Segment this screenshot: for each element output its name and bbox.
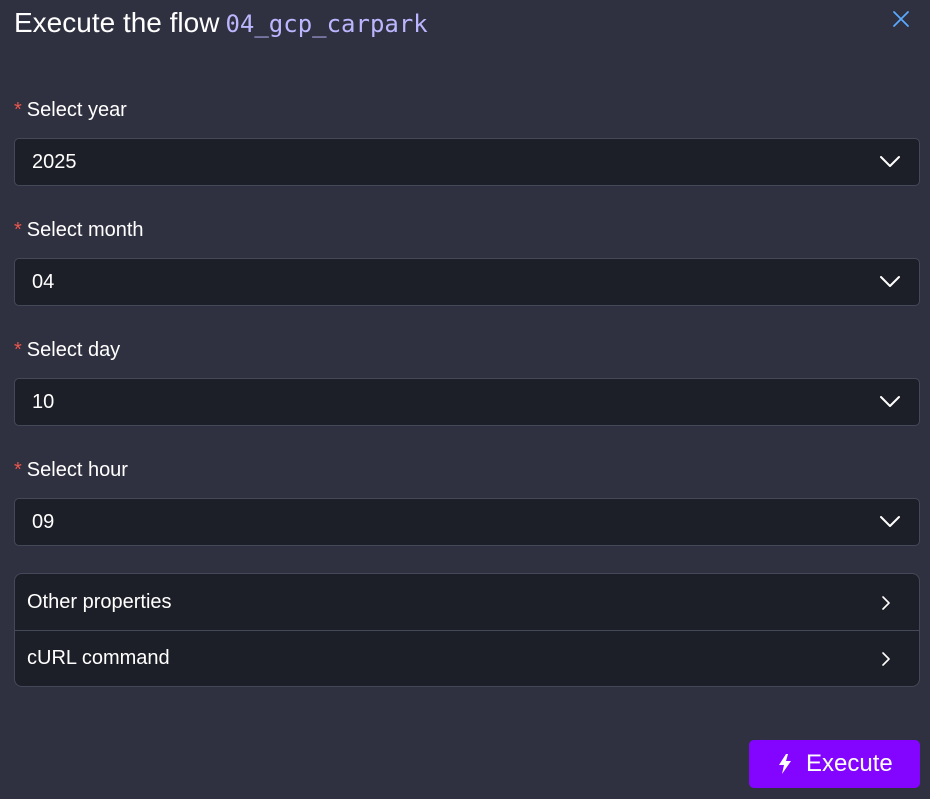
field-label: * Select hour xyxy=(14,458,920,482)
execute-button[interactable]: Execute xyxy=(749,740,920,788)
field-label-text: Select year xyxy=(26,99,127,121)
required-mark: * xyxy=(14,339,22,361)
chevron-down-icon xyxy=(880,156,900,167)
dialog-title: Execute the flow 04_gcp_carpark xyxy=(14,4,428,43)
field-label-text: Select day xyxy=(26,339,121,361)
field-label: * Select year xyxy=(14,98,920,122)
year-select[interactable]: 2025 xyxy=(14,138,920,186)
select-value: 09 xyxy=(32,511,55,533)
other-properties-toggle[interactable]: Other properties xyxy=(15,574,919,631)
required-mark: * xyxy=(14,219,22,241)
required-mark: * xyxy=(14,99,22,121)
collapse-label: cURL command xyxy=(27,647,170,669)
select-value: 10 xyxy=(32,391,55,413)
field-month: * Select month 04 xyxy=(14,218,920,306)
chevron-down-icon xyxy=(880,396,900,407)
day-select[interactable]: 10 xyxy=(14,378,920,426)
execute-label: Execute xyxy=(806,750,893,777)
chevron-right-icon xyxy=(882,652,890,666)
close-button[interactable] xyxy=(892,10,910,28)
dialog-header: Execute the flow 04_gcp_carpark xyxy=(14,4,916,44)
collapse-label: Other properties xyxy=(27,591,172,613)
collapsible-sections: Other properties cURL command xyxy=(14,573,920,687)
select-value: 04 xyxy=(32,271,55,293)
hour-select[interactable]: 09 xyxy=(14,498,920,546)
month-select[interactable]: 04 xyxy=(14,258,920,306)
required-mark: * xyxy=(14,459,22,481)
title-text: Execute the flow xyxy=(14,7,220,38)
close-icon xyxy=(893,11,909,27)
flow-id: 04_gcp_carpark xyxy=(225,10,428,38)
curl-command-toggle[interactable]: cURL command xyxy=(15,630,919,686)
field-label-text: Select month xyxy=(26,219,144,241)
field-label-text: Select hour xyxy=(26,459,128,481)
lightning-bolt-icon xyxy=(779,754,791,774)
field-label: * Select day xyxy=(14,338,920,362)
chevron-down-icon xyxy=(880,276,900,287)
execute-flow-dialog: Execute the flow 04_gcp_carpark * Select y… xyxy=(0,0,930,799)
field-year: * Select year 2025 xyxy=(14,98,920,186)
field-hour: * Select hour 09 xyxy=(14,458,920,546)
field-label: * Select month xyxy=(14,218,920,242)
select-value: 2025 xyxy=(32,151,77,173)
chevron-right-icon xyxy=(882,596,890,610)
field-day: * Select day 10 xyxy=(14,338,920,426)
chevron-down-icon xyxy=(880,516,900,527)
